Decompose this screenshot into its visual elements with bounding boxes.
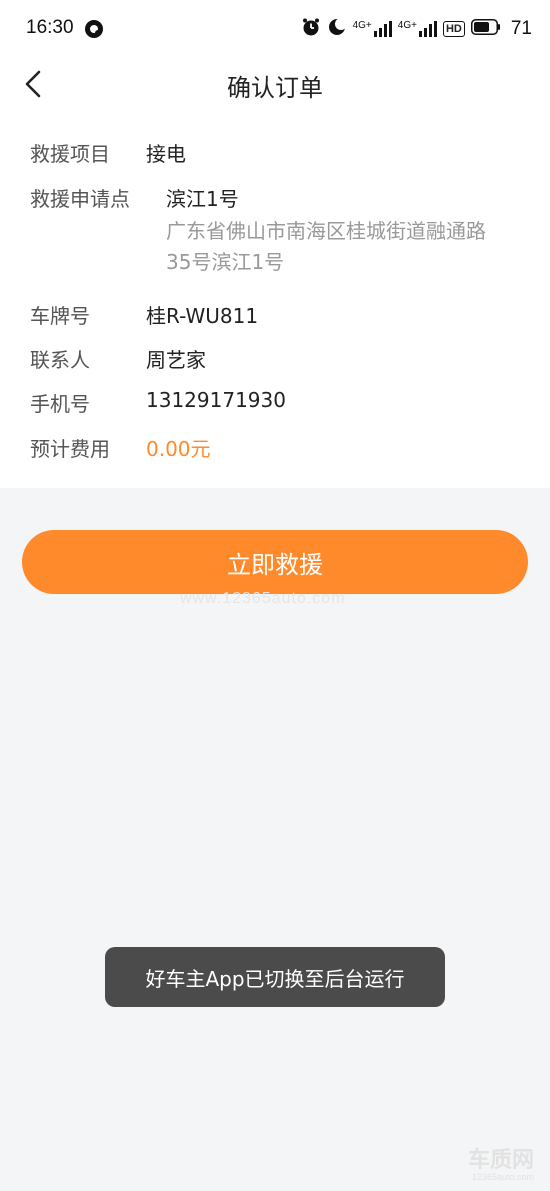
page-title: 确认订单 (227, 74, 323, 102)
battery-level: 71 (510, 18, 532, 39)
status-time: 16:30 (26, 17, 74, 38)
contact-label: 联系人 (30, 348, 90, 372)
watermark-logo-text: 车质网 (467, 1148, 534, 1173)
hd-voice-icon: HD (442, 21, 465, 37)
nav-bar: 确认订单 (0, 60, 550, 108)
contact-value: 周艺家 (146, 348, 206, 372)
location-label: 救援申请点 (30, 187, 130, 211)
rescue-item-label: 救援项目 (30, 142, 110, 166)
toast-message: 好车主App已切换至后台运行 (105, 947, 445, 1007)
watermark-logo: 车质网 12365auto.com (467, 1148, 534, 1183)
location-address: 广东省佛山市南海区桂城街道融通路35号滨江1号 (166, 219, 486, 274)
plate-value: 桂R-WU811 (146, 304, 259, 328)
phone-value: 13129171930 (146, 388, 286, 412)
rescue-now-button[interactable]: 立即救援 (22, 530, 528, 594)
network-type-label: 4G+ (397, 20, 417, 31)
alarm-clock-icon (301, 17, 321, 41)
signal-strength-icon: 4G+ (353, 21, 392, 37)
signal-strength-icon: 4G+ (398, 21, 437, 37)
status-bar: 16:30 4G+ 4G+ HD 71 (0, 0, 550, 60)
battery-icon (470, 19, 501, 39)
fee-label: 预计费用 (30, 437, 110, 461)
location-name: 滨江1号 (166, 187, 239, 211)
plate-label: 车牌号 (30, 304, 90, 328)
order-info-panel: 救援项目 接电 救援申请点 滨江1号 广东省佛山市南海区桂城街道融通路35号滨江… (0, 108, 550, 488)
status-icons: 4G+ 4G+ HD 71 (301, 17, 532, 41)
moon-icon (327, 17, 347, 41)
watermark-logo-url: 12365auto.com (471, 1172, 534, 1182)
watermark-url: www.12365auto.com (180, 590, 346, 607)
network-type-label: 4G+ (352, 20, 372, 31)
fee-value: 0.00元 (146, 437, 211, 461)
phone-label: 手机号 (30, 392, 90, 416)
rescue-item-value: 接电 (146, 142, 186, 166)
app-notification-icon (84, 19, 104, 43)
